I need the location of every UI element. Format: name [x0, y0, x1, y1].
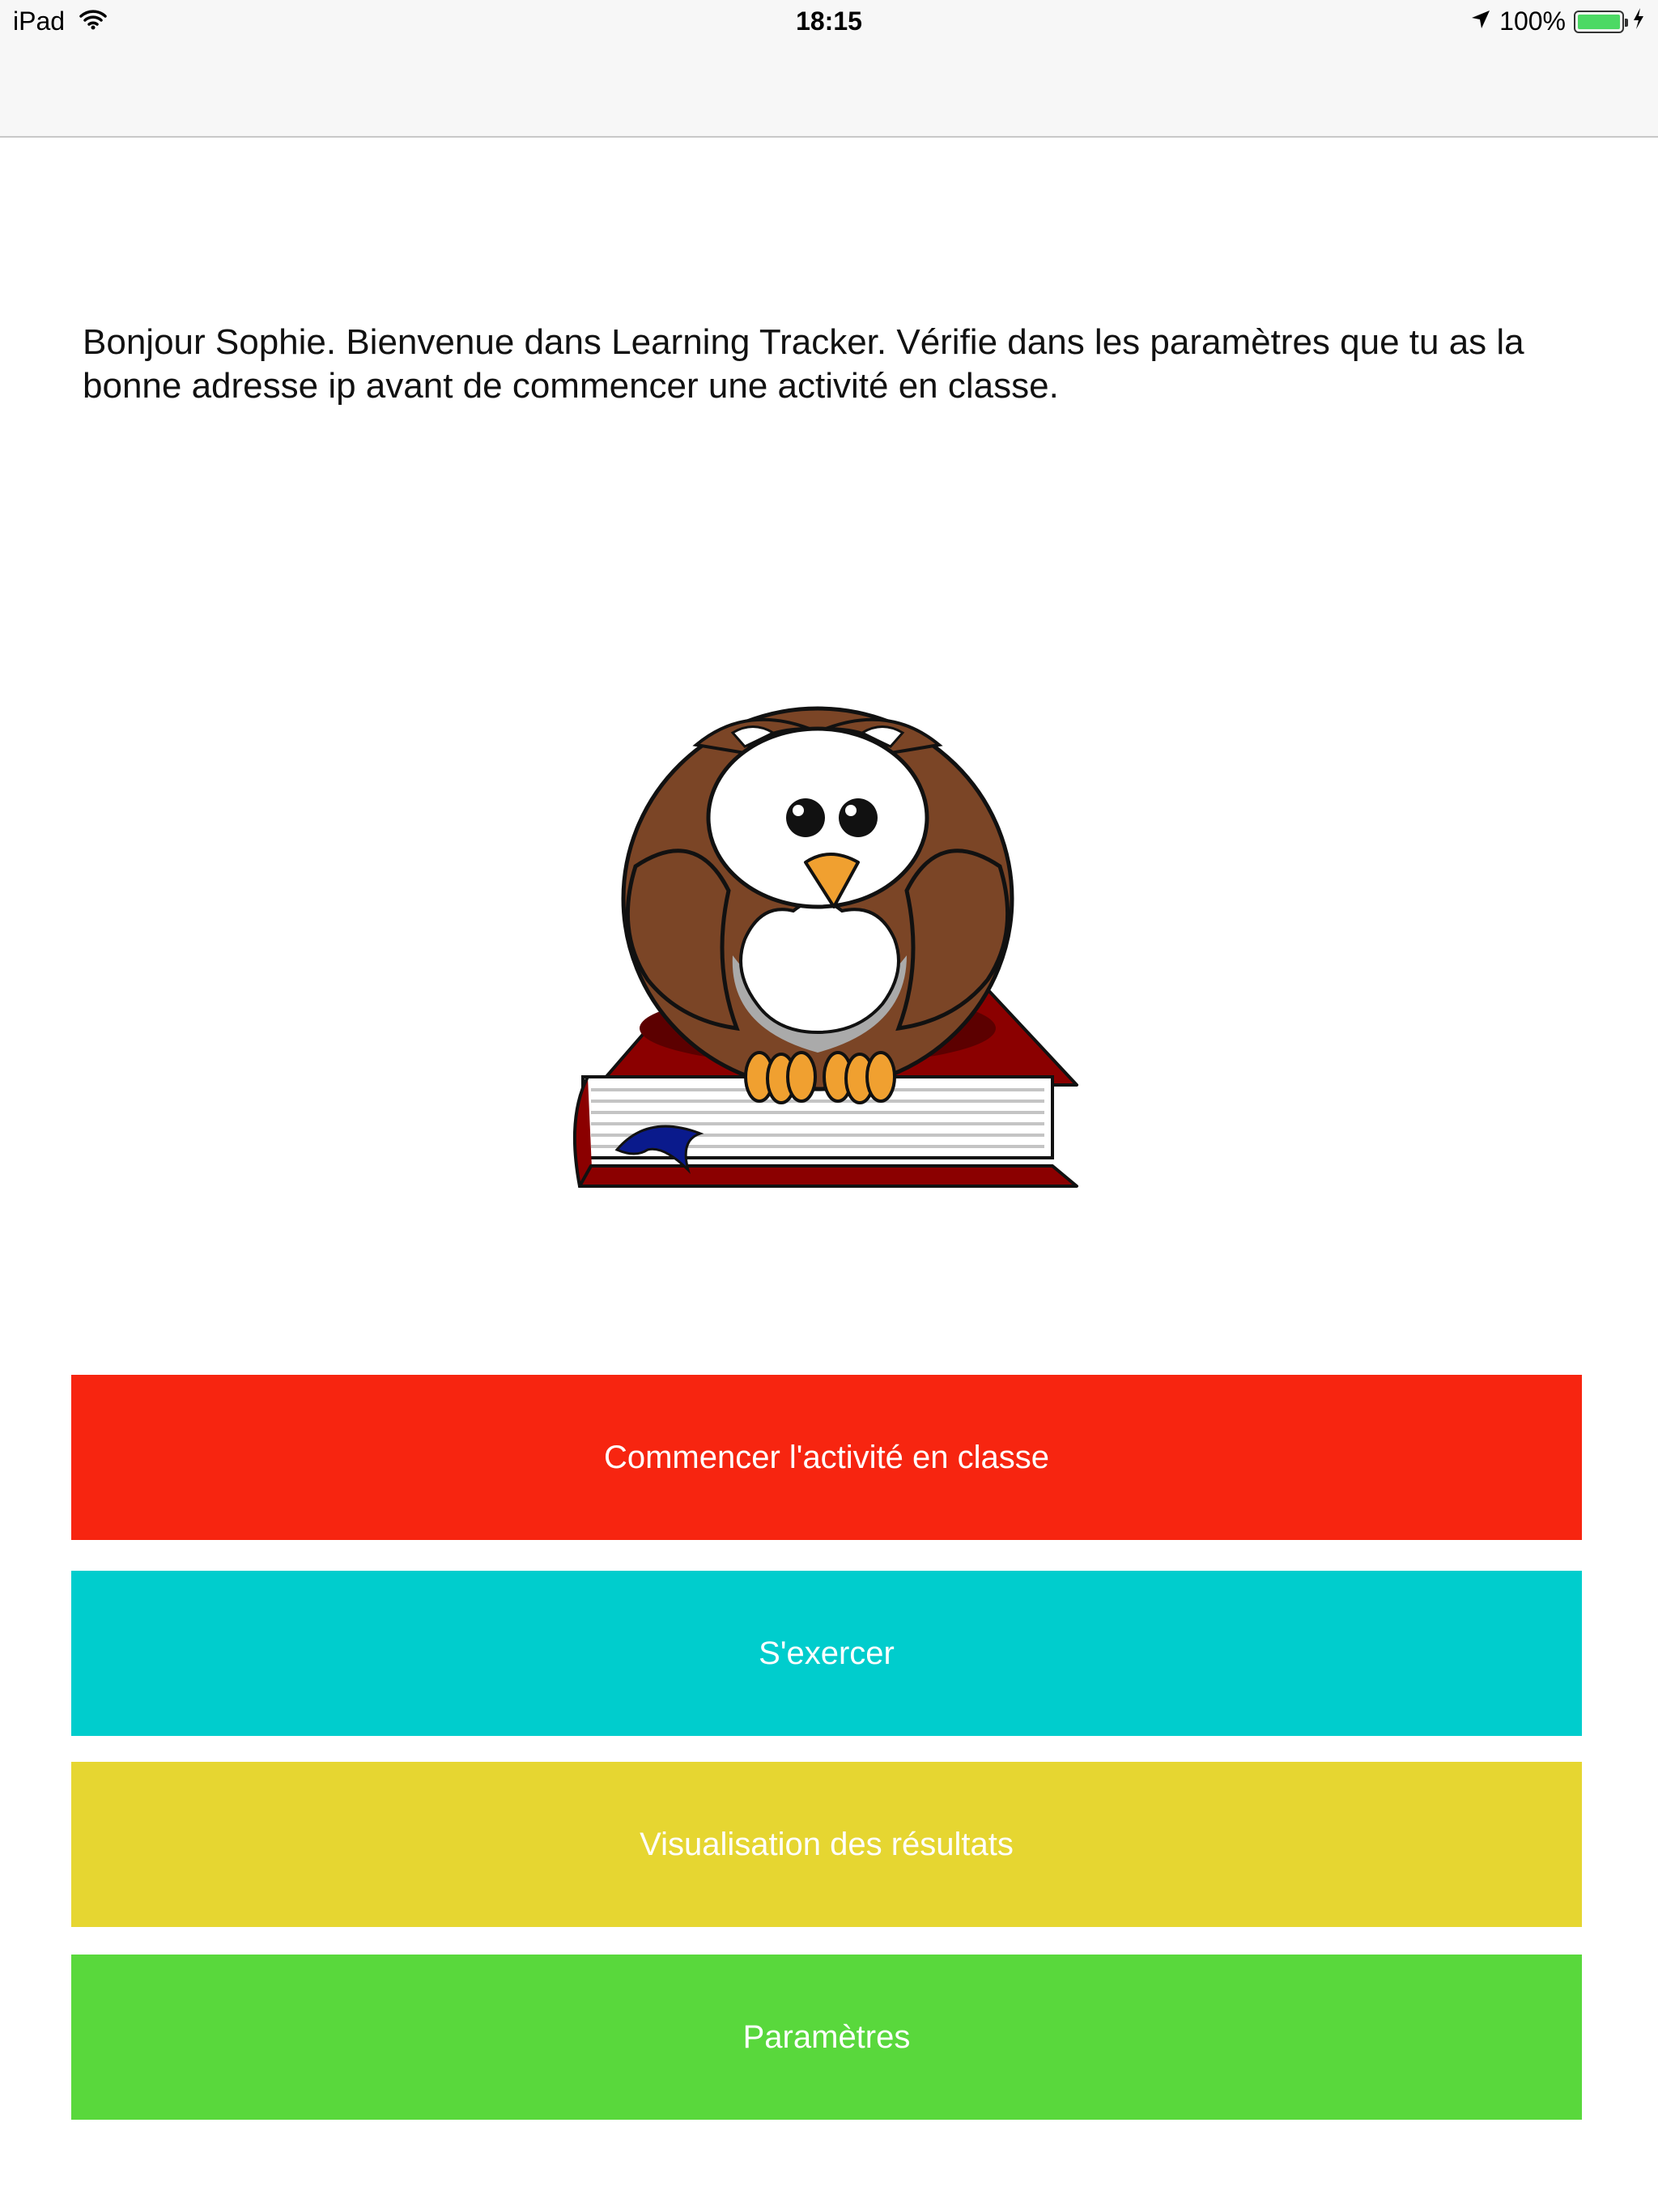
location-arrow-icon: [1470, 6, 1491, 36]
start-class-activity-button[interactable]: Commencer l'activité en classe: [71, 1375, 1582, 1540]
status-bar: iPad 18:15 100%: [0, 0, 1658, 138]
battery-icon: [1574, 10, 1628, 33]
owl-on-book-illustration: [559, 696, 1093, 1198]
practice-button[interactable]: S'exercer: [71, 1571, 1582, 1736]
view-results-button[interactable]: Visualisation des résultats: [71, 1762, 1582, 1927]
clock: 18:15: [796, 6, 862, 36]
settings-button[interactable]: Paramètres: [71, 1955, 1582, 2120]
charging-bolt-icon: [1632, 6, 1645, 36]
welcome-message: Bonjour Sophie. Bienvenue dans Learning …: [83, 322, 1524, 406]
battery-percent: 100%: [1499, 6, 1566, 36]
status-right: 100%: [1470, 6, 1645, 36]
